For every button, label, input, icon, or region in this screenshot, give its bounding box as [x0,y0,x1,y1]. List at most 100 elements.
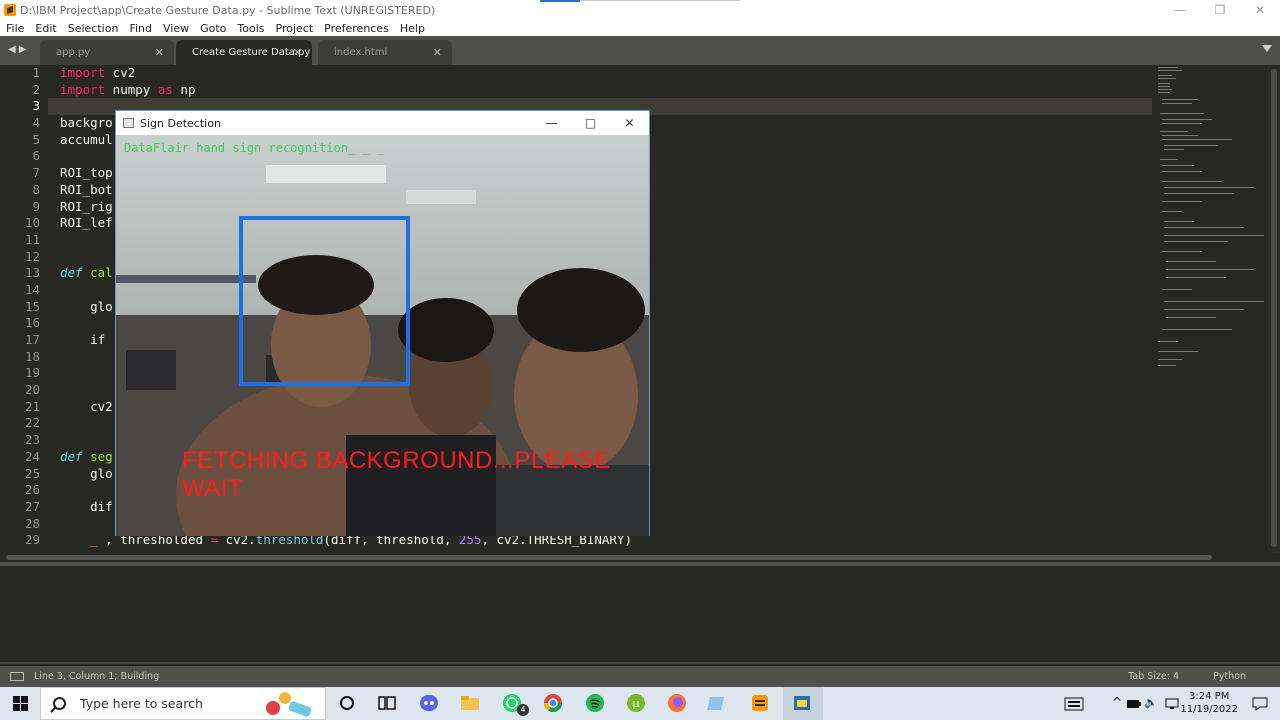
tab-nav-arrows-icon[interactable]: ◀▶ [8,44,29,55]
notepad-icon[interactable] [707,692,729,714]
dialog-title: Sign Detection [140,116,221,130]
minimize-icon[interactable]: — [532,111,571,135]
window-controls: — ❐ ✕ [1160,0,1280,20]
line-number: 20 [24,382,40,398]
webcam-feed: DataFlair hand sign recognition_ _ _ FET… [116,135,649,536]
title-bar: D:\IBM Project\app\Create Gesture Data.p… [0,0,1280,20]
tab-dropdown-icon[interactable] [1262,45,1272,52]
task-view-icon[interactable] [376,692,398,714]
status-position: Line 3, Column 1; Building [34,671,160,682]
line-number: 3 [32,98,40,114]
maximize-icon[interactable]: ❐ [1200,0,1240,20]
fetching-background-text: FETCHING BACKGROUND...PLEASE WAIT [182,447,611,502]
clock-time: 3:24 PM [1189,691,1230,702]
menu-find[interactable]: Find [129,22,152,35]
title-accent [540,0,580,2]
status-syntax[interactable]: Python [1213,671,1246,682]
menu-edit[interactable]: Edit [35,22,56,35]
menu-selection[interactable]: Selection [68,22,119,35]
cortana-icon[interactable] [336,692,358,714]
dialog-title-bar[interactable]: Sign Detection — □ ✕ [116,111,649,135]
close-tab-icon[interactable]: ✕ [433,46,442,59]
horizontal-scrollbar[interactable] [0,553,1280,562]
maximize-icon[interactable]: □ [571,111,610,135]
tab-index-html[interactable]: index.html ✕ [318,40,452,65]
line-number: 29 [24,532,40,548]
utorrent-icon[interactable]: µ [625,692,647,714]
window-title: D:\IBM Project\app\Create Gesture Data.p… [20,3,436,17]
chrome-icon[interactable] [542,692,564,714]
taskbar-search-box[interactable]: Type here to search [40,687,326,720]
scrollbar-thumb[interactable] [6,555,1212,560]
line-number: 6 [32,148,40,164]
line-number: 26 [24,482,40,498]
code-line: import numpy as np [60,81,196,97]
tab-label: app.py [56,47,91,58]
line-number: 16 [24,315,40,331]
scrollbar-thumb[interactable] [1271,69,1277,547]
notifications-icon[interactable] [1252,696,1268,712]
vertical-scrollbar[interactable] [1268,65,1280,553]
line-number: 18 [24,348,40,364]
menu-goto[interactable]: Goto [200,22,226,35]
line-number: 10 [24,215,40,231]
file-explorer-icon[interactable] [459,692,481,714]
line-number: 2 [32,81,40,97]
line-number-gutter: 1 2 3 4 5 6 7 8 9 10 11 12 13 14 15 16 1… [0,65,48,553]
status-tab-size[interactable]: Tab Size: 4 [1128,671,1179,682]
menu-file[interactable]: File [6,22,24,35]
sign-detection-window[interactable]: Sign Detection — □ ✕ DataFlair hand sign… [115,110,650,536]
keyboard-icon[interactable] [1064,697,1084,711]
spotify-icon[interactable] [584,692,606,714]
firefox-icon[interactable] [666,692,688,714]
line-number: 22 [24,415,40,431]
line-number: 15 [24,298,40,314]
build-output-panel[interactable] [0,566,1280,664]
menu-tools[interactable]: Tools [237,22,264,35]
minimize-icon[interactable]: — [1160,0,1200,20]
close-tab-icon[interactable]: ✕ [293,46,302,59]
python-icon[interactable] [791,692,813,714]
close-icon[interactable]: ✕ [610,111,649,135]
line-number: 8 [32,181,40,197]
tab-create-gesture-data[interactable]: Create Gesture Data.py ✕ [176,40,312,65]
tab-label: index.html [334,47,388,58]
line-number: 11 [24,231,40,247]
menu-view[interactable]: View [163,22,189,35]
tab-bar: ◀▶ app.py ✕ Create Gesture Data.py ✕ ind… [0,36,1280,65]
line-number: 25 [24,465,40,481]
sublime-icon[interactable] [749,692,771,714]
menu-help[interactable]: Help [400,22,425,35]
menu-project[interactable]: Project [276,22,314,35]
line-number: 17 [24,332,40,347]
chevron-up-icon[interactable]: ^ [1112,695,1122,709]
line-number: 12 [24,248,40,264]
line-number: 23 [24,432,40,448]
line-number: 1 [32,65,40,80]
volume-icon[interactable]: 🔈 [1144,696,1158,709]
close-icon[interactable]: ✕ [1240,0,1280,20]
windows-start-icon[interactable] [0,687,40,720]
menu-preferences[interactable]: Preferences [324,22,389,35]
line-number: 21 [24,398,40,414]
line-number: 14 [24,281,40,297]
discord-icon[interactable] [418,692,440,714]
search-highlight-icon [266,692,312,717]
code-line: import cv2 [60,65,136,80]
status-bar: Line 3, Column 1; Building Tab Size: 4 P… [0,666,1280,687]
panel-toggle-icon[interactable] [10,672,24,681]
search-placeholder: Type here to search [80,696,203,711]
network-icon[interactable] [1164,697,1180,711]
line-number: 24 [24,448,40,464]
search-icon [53,697,66,710]
close-tab-icon[interactable]: ✕ [155,46,164,59]
tab-app-py[interactable]: app.py ✕ [40,40,174,65]
window-app-icon [123,118,134,128]
battery-icon[interactable] [1126,698,1142,710]
clock[interactable]: 3:24 PM 11/19/2022 [1180,690,1238,716]
minimap[interactable] [1152,65,1268,553]
line-number: 5 [32,131,40,147]
line-number: 9 [32,198,40,214]
whatsapp-badge: 4 [517,704,529,716]
sublime-app-icon [4,4,16,16]
